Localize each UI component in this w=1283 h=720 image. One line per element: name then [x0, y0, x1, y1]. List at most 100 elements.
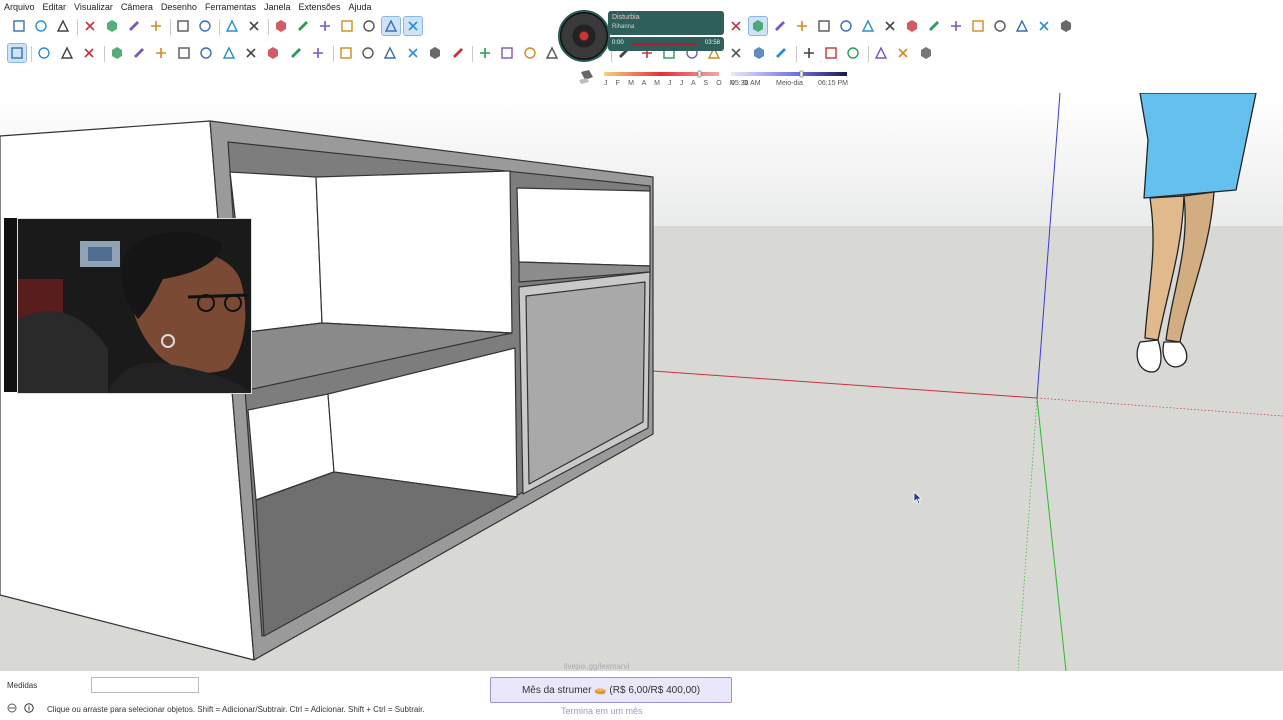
time-mid: Meio-dia	[776, 80, 803, 87]
left-view-icon[interactable]	[381, 16, 401, 36]
layers-icon[interactable]	[837, 17, 855, 35]
pie-icon[interactable]	[309, 44, 327, 62]
eraser-icon[interactable]	[80, 44, 98, 62]
top-view-icon[interactable]	[294, 17, 312, 35]
bottom-view-icon[interactable]	[403, 16, 423, 36]
section-icon[interactable]	[793, 17, 811, 35]
select-icon[interactable]	[7, 43, 27, 63]
protractor-icon[interactable]	[521, 44, 539, 62]
menu-arquivo[interactable]: Arquivo	[0, 0, 39, 15]
right-view-icon[interactable]	[338, 17, 356, 35]
menu-camera[interactable]: Câmera	[117, 0, 157, 15]
position-camera-icon[interactable]	[727, 44, 745, 62]
back-view-icon[interactable]	[360, 17, 378, 35]
arc-icon[interactable]	[242, 44, 260, 62]
menu-desenho[interactable]: Desenho	[157, 0, 201, 15]
webcam-overlay	[4, 218, 252, 394]
toolbar-separator	[332, 46, 334, 62]
status-hint: Clique ou arraste para selecionar objeto…	[47, 705, 425, 714]
three-point-arc-icon[interactable]	[287, 44, 305, 62]
hidden-line-icon[interactable]	[894, 44, 912, 62]
pencil-icon[interactable]	[108, 44, 126, 62]
print-icon[interactable]	[223, 17, 241, 35]
toolbar-separator	[472, 46, 473, 62]
model-info-icon[interactable]	[245, 17, 263, 35]
zoom-extents-icon[interactable]	[771, 17, 789, 35]
paint-bucket-icon[interactable]	[58, 44, 76, 62]
menu-ajuda[interactable]: Ajuda	[345, 0, 376, 15]
extension-warehouse-icon[interactable]	[947, 17, 965, 35]
toolbar-separator	[795, 46, 797, 62]
section-plane-icon[interactable]	[800, 44, 818, 62]
info-icon[interactable]	[24, 703, 34, 713]
dimension-icon[interactable]	[498, 44, 516, 62]
menu-editar[interactable]: Editar	[39, 0, 71, 15]
front-view-icon[interactable]	[316, 17, 334, 35]
track-time-start: 0:00	[612, 40, 624, 46]
toolbar-separator	[31, 46, 33, 62]
look-around-icon[interactable]	[750, 44, 768, 62]
orbit-icon[interactable]	[727, 17, 745, 35]
toolbar-separator	[170, 19, 171, 35]
shadow-toggle-icon[interactable]	[579, 70, 593, 84]
geo-status-icon[interactable]	[7, 703, 17, 713]
save-icon[interactable]	[54, 17, 72, 35]
cut-icon[interactable]	[81, 17, 99, 35]
sandbox-icon[interactable]	[872, 44, 890, 62]
donation-url: livepix.gg/lexmarvl	[564, 662, 630, 671]
geo-icon[interactable]	[815, 17, 833, 35]
freehand-icon[interactable]	[130, 44, 148, 62]
component-icon[interactable]	[35, 44, 53, 62]
measurements-input[interactable]	[91, 677, 199, 693]
scale-icon[interactable]	[426, 44, 444, 62]
paste-icon[interactable]	[125, 17, 143, 35]
move-icon[interactable]	[337, 44, 355, 62]
track-time-end: 03:58	[704, 40, 720, 46]
erase-icon[interactable]	[147, 17, 165, 35]
redo-icon[interactable]	[196, 17, 214, 35]
time-start: 05:38 AM	[731, 80, 761, 87]
iso-view-icon[interactable]	[272, 17, 290, 35]
walk-icon[interactable]	[772, 44, 790, 62]
polygon-icon[interactable]	[220, 44, 238, 62]
add-location-icon[interactable]	[881, 17, 899, 35]
cart-icon[interactable]	[1035, 17, 1053, 35]
copy-icon[interactable]	[103, 17, 121, 35]
new-file-icon[interactable]	[10, 17, 28, 35]
terrain-icon[interactable]	[903, 17, 921, 35]
toolbar-separator	[103, 46, 105, 62]
warehouse-icon[interactable]	[925, 17, 943, 35]
follow-me-icon[interactable]	[404, 44, 422, 62]
rotate-icon[interactable]	[381, 44, 399, 62]
push-pull-icon[interactable]	[359, 44, 377, 62]
solid-tools-icon[interactable]	[844, 44, 862, 62]
menu-extensoes[interactable]: Extensões	[295, 0, 345, 15]
open-folder-icon[interactable]	[32, 17, 50, 35]
account-icon[interactable]	[1057, 17, 1075, 35]
rectangle-icon[interactable]	[152, 44, 170, 62]
track-progress-bar	[632, 43, 698, 45]
menu-visualizar[interactable]: Visualizar	[70, 0, 117, 15]
info-icon[interactable]	[1013, 17, 1031, 35]
xray-icon[interactable]	[822, 44, 840, 62]
two-point-arc-icon[interactable]	[264, 44, 282, 62]
circle-icon[interactable]	[197, 44, 215, 62]
styles-icon[interactable]	[991, 17, 1009, 35]
vinyl-disc-icon	[558, 10, 610, 62]
menu-ferramentas[interactable]: Ferramentas	[201, 0, 260, 15]
tape-measure-icon[interactable]	[476, 44, 494, 62]
measurements-label: Medidas	[7, 681, 38, 690]
toolbar-separator	[867, 46, 869, 62]
shaded-icon[interactable]	[917, 44, 935, 62]
undo-icon[interactable]	[174, 17, 192, 35]
components-icon[interactable]	[859, 17, 877, 35]
toolbar-separator	[268, 19, 269, 35]
month-labels: J F M A M J J A S O N D	[604, 80, 752, 87]
settings-icon[interactable]	[969, 17, 987, 35]
menu-janela[interactable]: Janela	[260, 0, 295, 15]
webcam-feed	[17, 218, 252, 394]
rotated-rectangle-icon[interactable]	[175, 44, 193, 62]
pan-icon[interactable]	[748, 16, 768, 36]
track-artist: Rihanna	[612, 24, 635, 30]
offset-icon[interactable]	[449, 44, 467, 62]
